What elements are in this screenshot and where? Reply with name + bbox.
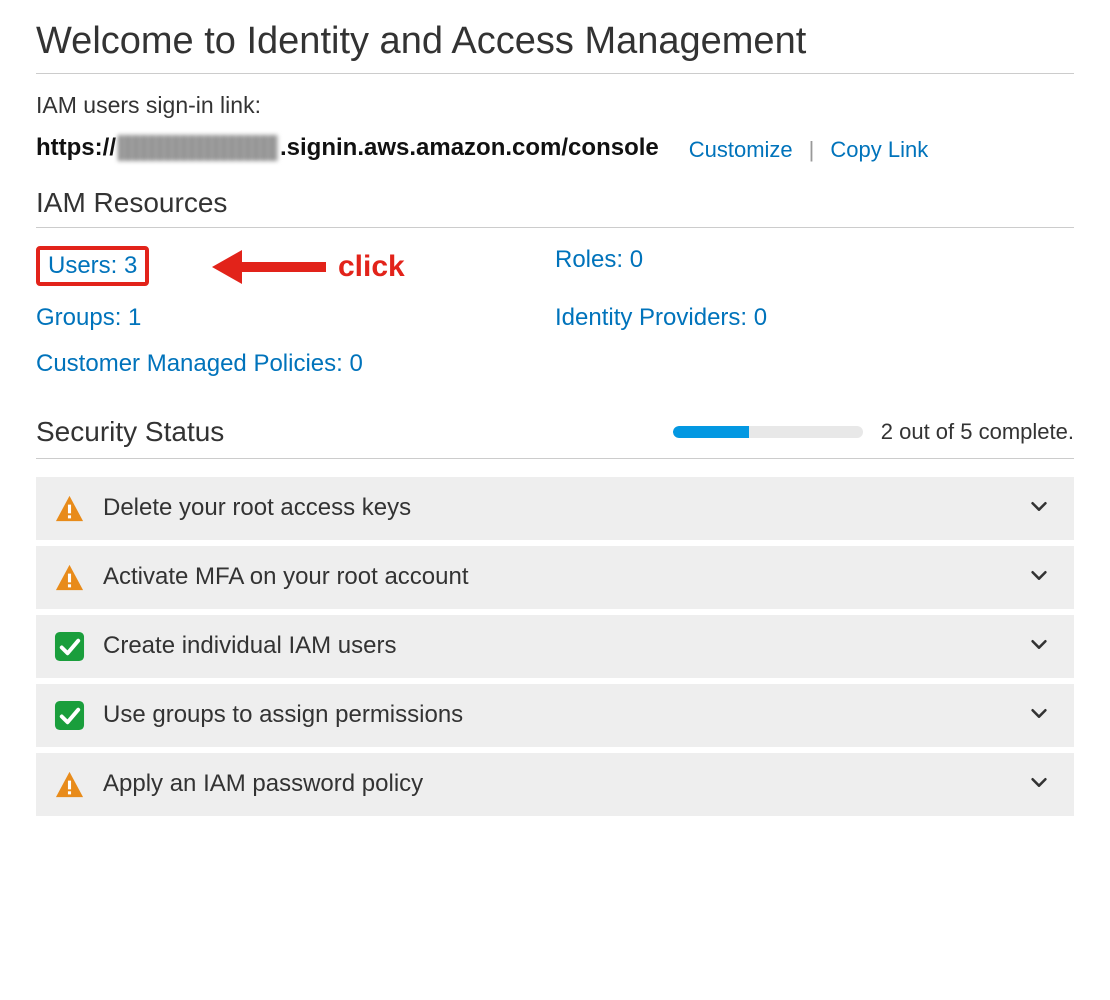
- status-label: Apply an IAM password policy: [103, 770, 1010, 798]
- resources-heading: IAM Resources: [36, 187, 1074, 228]
- status-label: Create individual IAM users: [103, 632, 1010, 660]
- redacted-account-id: [118, 135, 278, 161]
- status-item-groups[interactable]: Use groups to assign permissions: [36, 684, 1074, 747]
- warning-icon: [54, 493, 85, 524]
- signin-actions: Customize | Copy Link: [689, 131, 928, 163]
- check-icon: [54, 700, 85, 731]
- chevron-down-icon: [1028, 495, 1050, 522]
- progress-fill: [673, 426, 749, 438]
- signin-url-prefix: https://: [36, 131, 116, 165]
- chevron-down-icon: [1028, 771, 1050, 798]
- status-item-iam-users[interactable]: Create individual IAM users: [36, 615, 1074, 678]
- roles-link[interactable]: Roles: 0: [555, 246, 643, 273]
- divider: |: [809, 137, 815, 163]
- status-label: Delete your root access keys: [103, 494, 1010, 522]
- identity-providers-link[interactable]: Identity Providers: 0: [555, 304, 767, 331]
- page-title: Welcome to Identity and Access Managemen…: [36, 20, 1074, 74]
- warning-icon: [54, 562, 85, 593]
- status-label: Use groups to assign permissions: [103, 701, 1010, 729]
- warning-icon: [54, 769, 85, 800]
- status-item-mfa[interactable]: Activate MFA on your root account: [36, 546, 1074, 609]
- groups-link[interactable]: Groups: 1: [36, 304, 141, 331]
- progress-bar: [673, 426, 863, 438]
- signin-row: https:// .signin.aws.amazon.com/console C…: [36, 131, 1074, 165]
- signin-link-label: IAM users sign-in link:: [36, 92, 1074, 119]
- users-link[interactable]: Users: 3: [36, 246, 149, 286]
- status-item-root-keys[interactable]: Delete your root access keys: [36, 477, 1074, 540]
- policies-link[interactable]: Customer Managed Policies: 0: [36, 350, 363, 377]
- chevron-down-icon: [1028, 633, 1050, 660]
- users-cell: Users: 3 click: [36, 246, 555, 286]
- resources-grid: Users: 3 click Roles: 0 Groups: 1 Identi…: [36, 242, 1074, 382]
- copy-link[interactable]: Copy Link: [830, 137, 928, 163]
- signin-url-suffix: .signin.aws.amazon.com/console: [280, 131, 659, 165]
- security-heading: Security Status: [36, 416, 224, 448]
- arrow-icon: [208, 246, 328, 288]
- signin-url: https:// .signin.aws.amazon.com/console: [36, 131, 659, 165]
- click-label: click: [338, 250, 405, 284]
- security-header: Security Status 2 out of 5 complete.: [36, 416, 1074, 459]
- progress-wrap: 2 out of 5 complete.: [673, 419, 1074, 445]
- check-icon: [54, 631, 85, 662]
- progress-text: 2 out of 5 complete.: [881, 419, 1074, 445]
- status-label: Activate MFA on your root account: [103, 563, 1010, 591]
- chevron-down-icon: [1028, 564, 1050, 591]
- customize-link[interactable]: Customize: [689, 137, 793, 163]
- status-list: Delete your root access keys Activate MF…: [36, 477, 1074, 816]
- chevron-down-icon: [1028, 702, 1050, 729]
- status-item-password-policy[interactable]: Apply an IAM password policy: [36, 753, 1074, 816]
- click-annotation: click: [208, 246, 405, 288]
